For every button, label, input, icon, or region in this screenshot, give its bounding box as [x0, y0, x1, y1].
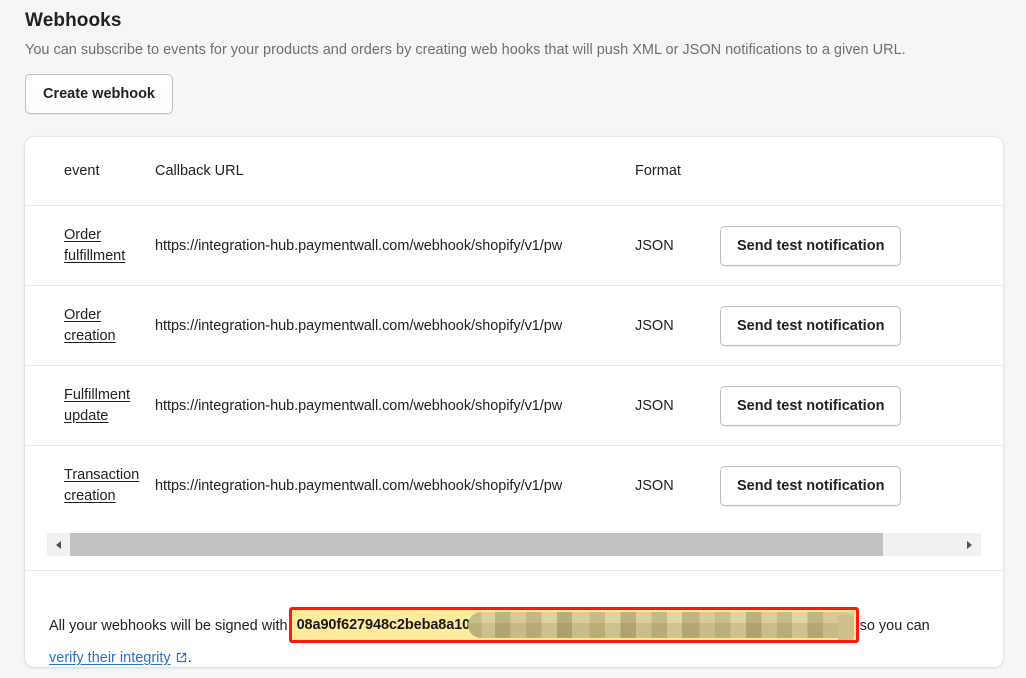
signature-redacted-edge [837, 615, 854, 640]
table-header-row: event Callback URL Format [25, 137, 1003, 206]
page-header: Webhooks You can subscribe to events for… [25, 8, 1000, 60]
cell-callback-url: https://integration-hub.paymentwall.com/… [155, 205, 635, 286]
webhooks-page: Webhooks You can subscribe to events for… [0, 0, 1026, 678]
signature-value: 08a90f627948c2beba8a10 [296, 616, 471, 633]
cell-format: JSON [635, 445, 720, 525]
cell-format: JSON [635, 285, 720, 366]
signature-redacted-region [468, 612, 854, 638]
create-webhook-button[interactable]: Create webhook [25, 74, 173, 114]
verify-integrity-link[interactable]: verify their integrity [49, 650, 171, 666]
cell-action: Send test notification [720, 205, 1003, 286]
scroll-right-arrow-icon[interactable] [958, 533, 981, 556]
cell-callback-url: https://integration-hub.paymentwall.com/… [155, 285, 635, 366]
table-body: Order fulfillment https://integration-hu… [25, 205, 1003, 525]
event-label-line2: creation [64, 487, 116, 504]
event-label-line2: fulfillment [64, 247, 126, 264]
event-label-line2: creation [64, 327, 116, 344]
scroll-left-arrow-icon[interactable] [47, 533, 70, 556]
event-label-line2: update [64, 407, 109, 424]
cell-callback-url: https://integration-hub.paymentwall.com/… [155, 365, 635, 446]
table-head: event Callback URL Format [25, 137, 1003, 206]
external-link-icon [175, 646, 188, 667]
cell-event: Transaction creation [25, 445, 155, 525]
cell-action: Send test notification [720, 285, 1003, 366]
event-label-line1: Order [64, 226, 102, 243]
column-header-action [720, 137, 1003, 206]
signature-period: . [187, 650, 192, 666]
signature-highlight-wrap: 08a90f627948c2beba8a10 [288, 607, 859, 644]
horizontal-scrollbar[interactable] [47, 533, 981, 556]
table-row: Fulfillment update https://integration-h… [25, 365, 1003, 446]
table-row: Transaction creation https://integration… [25, 445, 1003, 525]
event-link[interactable]: Transaction creation [64, 465, 150, 507]
send-test-notification-button[interactable]: Send test notification [720, 465, 902, 506]
cell-format: JSON [635, 365, 720, 446]
cell-event: Order fulfillment [25, 205, 155, 286]
send-test-notification-button[interactable]: Send test notification [720, 385, 902, 426]
table-row: Order fulfillment https://integration-hu… [25, 205, 1003, 286]
signature-highlight-box: 08a90f627948c2beba8a10 [288, 607, 859, 643]
send-test-notification-button[interactable]: Send test notification [720, 305, 902, 346]
webhooks-card: event Callback URL Format Order fulfillm… [25, 137, 1003, 667]
event-link[interactable]: Fulfillment update [64, 385, 150, 427]
send-test-notification-button[interactable]: Send test notification [720, 225, 902, 266]
scrollbar-track[interactable] [70, 533, 958, 556]
page-description: You can subscribe to events for your pro… [25, 42, 906, 58]
event-label-line1: Fulfillment [64, 386, 131, 403]
event-link[interactable]: Order creation [64, 305, 150, 347]
cell-format: JSON [635, 205, 720, 286]
scrollbar-thumb[interactable] [70, 533, 883, 556]
event-link[interactable]: Order fulfillment [64, 225, 150, 267]
cell-callback-url: https://integration-hub.paymentwall.com/… [155, 445, 635, 525]
webhooks-table-area: event Callback URL Format Order fulfillm… [25, 137, 1003, 556]
event-label-line1: Transaction [64, 466, 140, 483]
table-row: Order creation https://integration-hub.p… [25, 285, 1003, 366]
signature-text: All your webhooks will be signed with 08a… [49, 607, 979, 667]
column-header-format: Format [635, 163, 681, 179]
cell-event: Fulfillment update [25, 365, 155, 446]
event-label-line1: Order [64, 306, 102, 323]
column-header-event: event [64, 163, 100, 179]
cell-event: Order creation [25, 285, 155, 366]
column-header-callback-url: Callback URL [155, 163, 244, 179]
page-title: Webhooks [25, 10, 122, 31]
signature-text-before: All your webhooks will be signed with [49, 617, 288, 634]
cell-action: Send test notification [720, 445, 1003, 525]
webhooks-table: event Callback URL Format Order fulfillm… [25, 137, 1003, 525]
cell-action: Send test notification [720, 365, 1003, 446]
signature-footer: All your webhooks will be signed with 08a… [25, 570, 1003, 667]
signature-text-after: so you can [859, 617, 930, 634]
